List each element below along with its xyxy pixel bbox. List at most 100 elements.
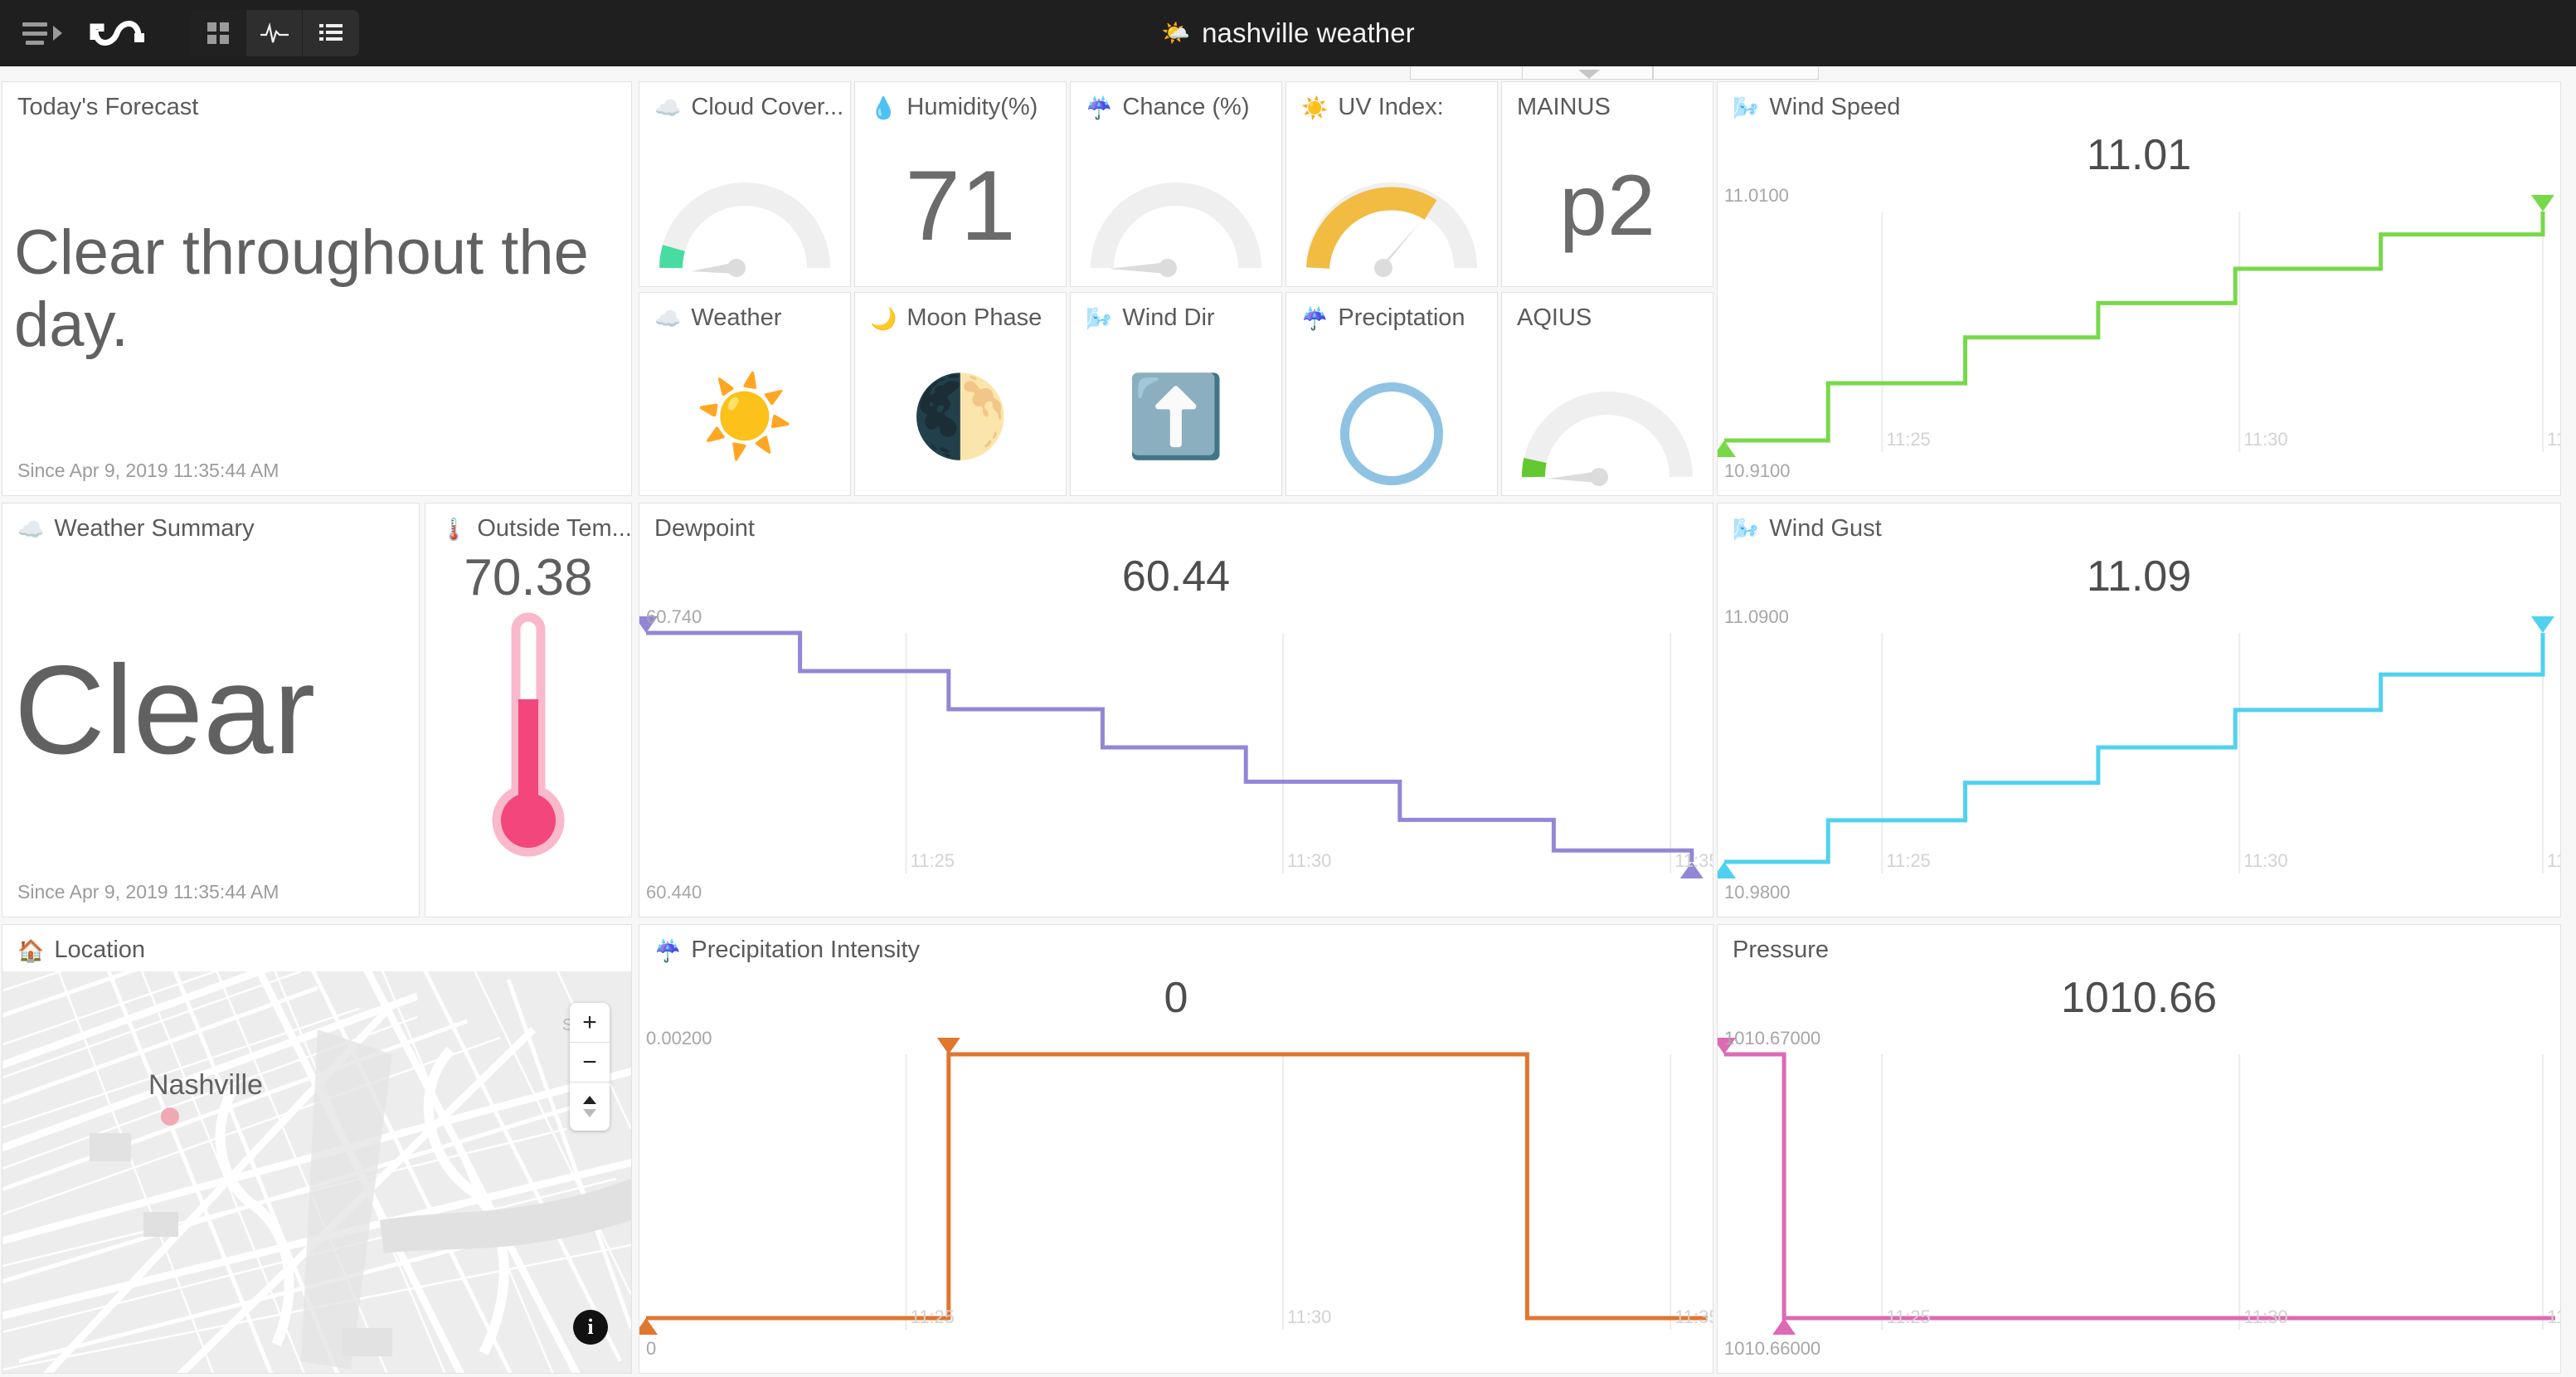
- card-precipitation-intensity[interactable]: ☔ Precipitation Intensity 0 0.00200011:2…: [639, 924, 1713, 1374]
- card-wind-speed[interactable]: 🌬️ Wind Speed 11.01 11.010010.910011:251…: [1717, 81, 2561, 496]
- map-location-marker: [161, 1107, 179, 1126]
- dewpoint-label: Dewpoint: [654, 515, 755, 543]
- map-city-label: Nashville: [148, 1069, 263, 1102]
- card-pressure[interactable]: Pressure 1010.66 1010.67000 1010.66000 11:…: [1717, 924, 2561, 1374]
- svg-text:11:25: 11:25: [1886, 429, 1930, 450]
- card-title-preciptation: ☔ Preciptation: [1286, 293, 1497, 332]
- svg-text:1010.67000: 1010.67000: [1724, 1028, 1820, 1049]
- aqius-label: AQIUS: [1517, 304, 1592, 332]
- dewpoint-current-value: 60.44: [639, 552, 1713, 601]
- card-wind-dir[interactable]: 🌬️ Wind Dir ⬆️: [1070, 292, 1282, 496]
- card-title-location: 🏠 Location: [2, 925, 631, 964]
- wind-gust-chart: 11.090010.980011:2511:3011:35: [1718, 595, 2560, 917]
- todays-forecast-since: Since Apr 9, 2019 11:35:44 AM: [17, 460, 279, 482]
- svg-text:10.9100: 10.9100: [1724, 460, 1791, 481]
- tab-grid-view[interactable]: [190, 10, 246, 56]
- card-cloud-cover[interactable]: ☁️ Cloud Cover...: [639, 81, 851, 287]
- humidity-value: 71: [855, 125, 1066, 286]
- cloud-icon: ☁️: [654, 97, 681, 119]
- wave-logo-icon[interactable]: [84, 8, 155, 58]
- moon-phase-label: Moon Phase: [906, 304, 1042, 332]
- hamburger-bar: [22, 32, 47, 36]
- svg-text:11:25: 11:25: [911, 1306, 955, 1327]
- preciptation-label: Preciptation: [1338, 304, 1465, 332]
- svg-text:0.00200: 0.00200: [646, 1028, 712, 1049]
- location-map[interactable]: Nashville Sh ve + − i: [2, 971, 631, 1373]
- card-title-pressure: Pressure: [1718, 925, 2560, 964]
- wind-speed-label: Wind Speed: [1769, 94, 1900, 121]
- svg-text:10.9800: 10.9800: [1724, 882, 1791, 903]
- svg-text:0: 0: [646, 1338, 656, 1359]
- pulse-wave-icon: [260, 22, 289, 44]
- card-title-moon-phase: 🌙 Moon Phase: [855, 293, 1066, 332]
- wind-speed-chart: 11.010010.910011:2511:3011:35: [1718, 173, 2560, 495]
- pressure-chart: 1010.670001010.6600011:2511:3011:35: [1718, 1016, 2560, 1373]
- svg-text:11:30: 11:30: [2243, 850, 2287, 871]
- pressure-label: Pressure: [1733, 937, 1829, 964]
- card-title-chance: ☔ Chance (%): [1071, 82, 1281, 121]
- view-mode-tabs[interactable]: [190, 10, 359, 56]
- menu-toggle-button[interactable]: [0, 10, 62, 56]
- card-humidity[interactable]: 💧 Humidity(%) 71: [854, 81, 1067, 287]
- list-bullets-icon: [318, 22, 343, 44]
- weather-condition-icon: ☀️: [639, 339, 850, 495]
- card-todays-forecast[interactable]: Today's Forecast Clear throughout the da…: [2, 81, 632, 496]
- up-down-arrows-icon: [581, 1094, 599, 1119]
- svg-text:60.740: 60.740: [646, 606, 702, 627]
- weather-summary-text: Clear: [14, 504, 407, 917]
- card-title-cloud-cover: ☁️ Cloud Cover...: [639, 82, 850, 121]
- card-location[interactable]: 🏠 Location: [2, 924, 632, 1374]
- card-dewpoint[interactable]: Dewpoint 60.44 60.74060.44011:2511:3011:…: [639, 503, 1713, 917]
- aqius-gauge: [1502, 387, 1713, 490]
- svg-text:1010.66000: 1010.66000: [1724, 1338, 1820, 1359]
- wind-dir-label: Wind Dir: [1122, 304, 1214, 332]
- card-title-wind-speed: 🌬️ Wind Speed: [1718, 82, 2560, 121]
- dashboard-title-wrap: 🌤️ nashville weather: [0, 0, 2576, 66]
- map-info-button[interactable]: i: [573, 1310, 608, 1345]
- card-chance[interactable]: ☔ Chance (%): [1070, 81, 1282, 287]
- card-mainus[interactable]: MAINUS p2: [1501, 81, 1713, 287]
- map-zoom-in-button[interactable]: +: [570, 1003, 610, 1043]
- card-moon-phase[interactable]: 🌙 Moon Phase 🌓: [854, 292, 1067, 496]
- map-zoom-out-button[interactable]: −: [570, 1043, 610, 1083]
- thermometer-icon: 🌡️: [440, 518, 467, 540]
- svg-text:11:25: 11:25: [1886, 1306, 1930, 1327]
- preciptation-ring-indicator: [1340, 382, 1443, 485]
- card-title-outside-temperature: 🌡️ Outside Tem...: [425, 504, 631, 543]
- tab-list-view[interactable]: [303, 10, 359, 56]
- card-outside-temperature[interactable]: 🌡️ Outside Tem... 70.38: [425, 503, 632, 917]
- chevron-right-icon: [53, 26, 62, 41]
- card-aqius[interactable]: AQIUS: [1501, 292, 1713, 496]
- hamburger-icon[interactable]: [12, 10, 58, 56]
- weather-label: Weather: [691, 304, 781, 332]
- card-wind-gust[interactable]: 🌬️ Wind Gust 11.09 11.090010.980011:2511…: [1717, 503, 2561, 917]
- mainus-value: p2: [1502, 125, 1713, 286]
- wind-speed-current-value: 11.01: [1718, 130, 2560, 180]
- card-preciptation[interactable]: ☔ Preciptation: [1286, 292, 1498, 496]
- svg-text:11:35: 11:35: [2547, 1306, 2560, 1327]
- card-title-mainus: MAINUS: [1502, 82, 1713, 121]
- pressure-current-value: 1010.66: [1718, 973, 2560, 1023]
- precipitation-intensity-label: Precipitation Intensity: [691, 937, 920, 964]
- svg-text:60.440: 60.440: [646, 882, 702, 903]
- clipped-widget-right[interactable]: [1653, 66, 1819, 80]
- map-controls[interactable]: + −: [570, 1003, 610, 1131]
- card-weather-summary[interactable]: ☁️ Weather Summary Clear Since Apr 9, 20…: [2, 503, 420, 917]
- card-title-weather: ☁️ Weather: [639, 293, 850, 332]
- card-uv-index[interactable]: ☀️ UV Index:: [1286, 81, 1498, 287]
- uv-index-label: UV Index:: [1338, 94, 1443, 121]
- tab-graph-view[interactable]: [246, 10, 303, 56]
- svg-text:11:35: 11:35: [2547, 429, 2560, 450]
- map-tilt-button[interactable]: [570, 1083, 610, 1131]
- wind-gust-current-value: 11.09: [1718, 552, 2560, 601]
- svg-text:11:30: 11:30: [1287, 850, 1331, 871]
- card-weather[interactable]: ☁️ Weather ☀️: [639, 292, 851, 496]
- card-title-humidity: 💧 Humidity(%): [855, 82, 1066, 121]
- weather-summary-since: Since Apr 9, 2019 11:35:44 AM: [17, 881, 279, 903]
- chevron-down-icon[interactable]: [1578, 70, 1600, 79]
- cloud-sun-icon: 🌤️: [1161, 22, 1190, 45]
- house-icon: 🏠: [17, 940, 44, 961]
- uv-index-gauge: [1286, 178, 1497, 281]
- card-title-wind-gust: 🌬️ Wind Gust: [1718, 504, 2560, 543]
- precipitation-intensity-chart: 0.00200011:2511:3011:35: [639, 1016, 1713, 1373]
